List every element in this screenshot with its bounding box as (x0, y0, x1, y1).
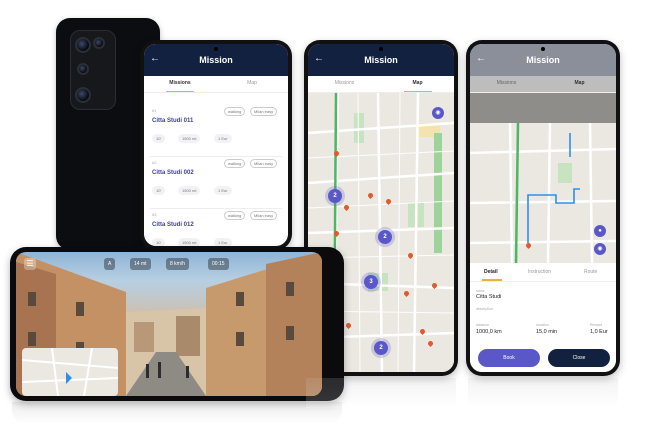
app-header: ← Mission (144, 44, 288, 76)
tab-bar: Missions Map (144, 76, 288, 93)
camera-lens-icon (93, 37, 105, 49)
detail-phone: ← Mission Missions Map ● ◉ Detail Instru… (466, 40, 620, 376)
reflection (306, 378, 456, 408)
map-cluster[interactable]: 2 (378, 230, 392, 244)
distance-value: 1000,0 km (476, 329, 502, 335)
name-label: name (476, 289, 485, 293)
tab-missions[interactable]: Missions (470, 80, 543, 86)
sheet-tab-route[interactable]: Route (584, 269, 597, 275)
book-button[interactable]: Book (478, 349, 540, 367)
tag-walking: walking (224, 159, 246, 168)
close-button[interactable]: Close (548, 349, 610, 367)
front-camera (379, 47, 383, 51)
sheet-tab-detail[interactable]: Detail (484, 269, 498, 275)
mission-number: #2 (152, 160, 157, 165)
duration-value: 15,0 min (536, 329, 558, 335)
page-title: Mission (364, 55, 398, 65)
mission-card[interactable]: #2 walking Milan easy Citta Studi 002 10… (150, 158, 282, 209)
map-cluster[interactable]: 2 (374, 341, 388, 355)
stat-distance: 1500 mt (178, 134, 201, 143)
menu-icon[interactable]: ☰ (24, 258, 36, 270)
mini-map[interactable] (22, 348, 118, 396)
mission-number: #3 (152, 212, 157, 217)
mission-list: #1 walking Milan easy Citta Studi 011 10… (144, 96, 288, 246)
mission-name: Citta Studi (476, 294, 502, 300)
app-header: ← Mission (470, 44, 616, 76)
ar-phone: ☰ A 14 mt 8 km/h 00:15 (10, 247, 344, 401)
mission-card[interactable]: #1 walking Milan easy Citta Studi 011 10… (150, 106, 282, 157)
ar-camera-view[interactable]: ☰ A 14 mt 8 km/h 00:15 (16, 252, 322, 396)
tag-difficulty: Milan easy (250, 159, 278, 168)
stat-reward: 1 Eur (214, 134, 232, 143)
tag-walking: walking (224, 107, 246, 116)
missions-phone: ← Mission Missions Map #1 walking Milan … (140, 40, 292, 250)
location-pin-icon[interactable]: ● (594, 225, 606, 237)
hud-distance: 14 mt (130, 258, 151, 270)
mission-number: #1 (152, 108, 157, 113)
duration-label: duration (536, 323, 549, 327)
active-tab-indicator (404, 90, 432, 92)
detail-screen: ← Mission Missions Map ● ◉ Detail Instru… (470, 44, 616, 372)
divider (470, 281, 616, 282)
stat-distance: 1500 mt (178, 186, 201, 195)
tag-difficulty: Milan easy (250, 211, 278, 220)
reward-label: Reward (590, 323, 603, 327)
page-title: Mission (199, 55, 233, 65)
detail-sheet: Detail Instruction Route name Citta Stud… (470, 263, 616, 372)
hud-timer: 00:15 (208, 258, 229, 270)
locate-icon[interactable]: ◉ (594, 243, 606, 255)
tab-map[interactable]: Map (381, 80, 454, 86)
tab-map[interactable]: Map (543, 80, 616, 86)
stat-reward: 1 Eur (214, 238, 232, 246)
camera-lens-icon (77, 63, 89, 75)
tag-difficulty: Milan easy (250, 107, 278, 116)
dim-overlay (470, 93, 616, 125)
app-header: ← Mission (308, 44, 454, 76)
map-cluster[interactable]: 2 (328, 189, 342, 203)
stat-distance: 1500 mt (178, 238, 201, 246)
stat-reward: 1 Eur (214, 186, 232, 195)
stat-time: 10' (152, 186, 166, 195)
tab-missions[interactable]: Missions (308, 80, 381, 86)
route-map[interactable]: ● ◉ (470, 93, 616, 263)
stat-time: 10' (152, 238, 166, 246)
reward-value: 1,0 Eur (590, 329, 608, 335)
tag-walking: walking (224, 211, 246, 220)
map-cluster[interactable]: 3 (364, 275, 378, 289)
hud-speed: 8 km/h (166, 258, 190, 270)
page-title: Mission (526, 55, 560, 65)
distance-label: distance (476, 323, 490, 327)
route-streets (470, 123, 616, 263)
mini-map-streets (22, 348, 118, 396)
reflection (468, 378, 618, 408)
tab-map[interactable]: Map (216, 80, 288, 86)
hud-target: A (104, 258, 116, 270)
missions-screen: ← Mission Missions Map #1 walking Milan … (144, 44, 288, 246)
mission-card[interactable]: #3 walking Milan easy Citta Studi 012 10… (150, 210, 282, 246)
front-camera (541, 47, 545, 51)
stat-time: 10' (152, 134, 166, 143)
active-tab-indicator (166, 90, 194, 92)
tab-bar: Missions Map (308, 76, 454, 93)
locate-icon[interactable]: ◉ (432, 107, 444, 119)
sheet-tab-instruction[interactable]: Instruction (528, 269, 551, 275)
mission-name: Citta Studi 012 (152, 222, 194, 228)
camera-lens-icon (75, 87, 91, 103)
tab-bar: Missions Map (470, 76, 616, 93)
description-label: description (476, 307, 493, 311)
mission-name: Citta Studi 002 (152, 170, 194, 176)
front-camera (214, 47, 218, 51)
tab-missions[interactable]: Missions (144, 80, 216, 86)
mission-name: Citta Studi 011 (152, 118, 194, 124)
camera-module (70, 30, 116, 110)
reflection (12, 402, 342, 424)
camera-lens-icon (75, 37, 91, 53)
